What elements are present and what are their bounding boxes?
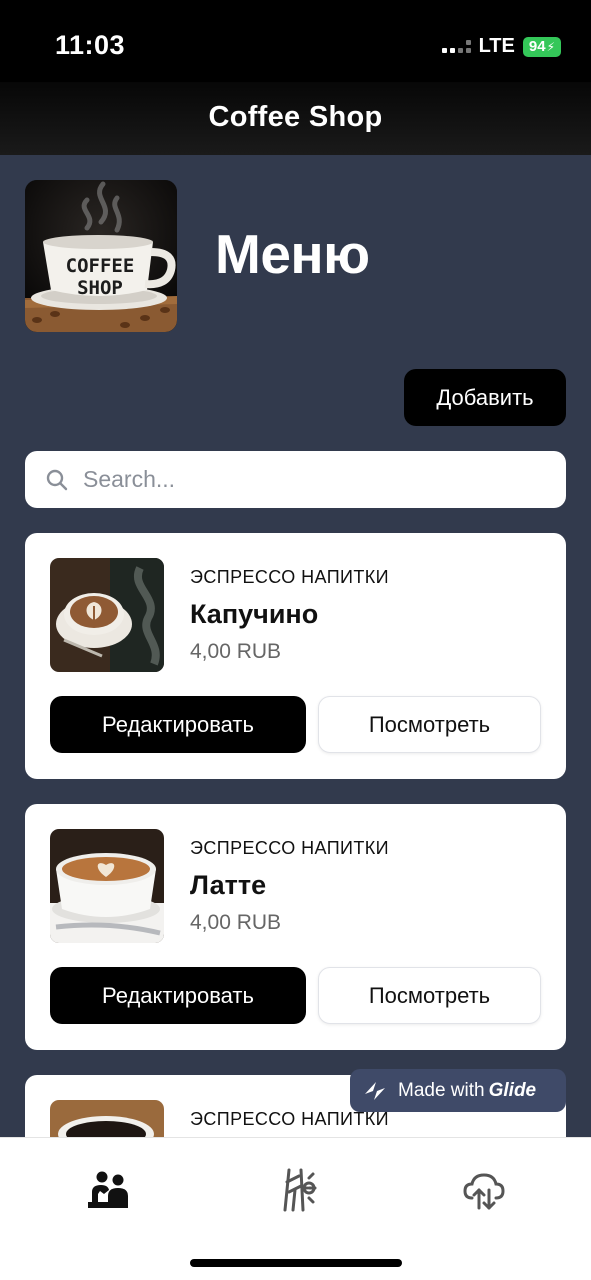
- item-image: [50, 829, 164, 943]
- item-category: ЭСПРЕССО НАПИТКИ: [190, 1109, 389, 1129]
- menu-item-card: ЭСПРЕССО НАПИТКИ Капучино 4,00 RUB Редак…: [25, 533, 566, 779]
- app-title: Coffee Shop: [208, 101, 383, 133]
- battery-level: 94: [528, 38, 546, 55]
- view-button[interactable]: Посмотреть: [318, 967, 541, 1024]
- item-price: 4,00 RUB: [190, 640, 282, 663]
- app-header: Coffee Shop: [0, 82, 591, 155]
- item-price: 4,00 RUB: [190, 911, 282, 934]
- network-type: LTE: [478, 35, 515, 57]
- badge-brand: Glide: [488, 1079, 537, 1101]
- page-title: Меню: [215, 223, 370, 285]
- status-indicators: LTE 94 ⚡: [441, 35, 561, 58]
- item-category: ЭСПРЕССО НАПИТКИ: [190, 838, 389, 858]
- tab-roads[interactable]: [275, 1168, 319, 1212]
- signal-icon: [441, 40, 471, 53]
- add-button[interactable]: Добавить: [404, 369, 566, 426]
- cappuccino-image: [50, 558, 164, 672]
- search-icon: [46, 469, 68, 490]
- item-category: ЭСПРЕССО НАПИТКИ: [190, 567, 389, 587]
- view-button[interactable]: Посмотреть: [318, 696, 541, 753]
- status-bar: 11:03 LTE 94 ⚡: [0, 0, 591, 82]
- badge-prefix: Made with: [398, 1079, 485, 1101]
- status-time: 11:03: [55, 30, 126, 60]
- item-name: Латте: [190, 870, 267, 900]
- battery-indicator: 94 ⚡: [522, 36, 561, 57]
- tab-people[interactable]: [86, 1168, 130, 1212]
- glide-logo-icon: [365, 1081, 385, 1100]
- svg-text:COFFEE: COFFEE: [66, 255, 135, 277]
- coffee-shop-logo: COFFEE SHOP: [25, 180, 177, 332]
- item-image: [50, 558, 164, 672]
- menu-item-card: ЭСПРЕССО НАПИТКИ Латте 4,00 RUB Редактир…: [25, 804, 566, 1050]
- svg-text:SHOP: SHOP: [77, 277, 123, 299]
- hero-image: COFFEE SHOP: [25, 180, 177, 332]
- search-bar[interactable]: [25, 451, 566, 508]
- tab-cloud-sync[interactable]: [462, 1168, 506, 1212]
- item-name: Капучино: [190, 599, 319, 629]
- search-input[interactable]: [83, 466, 523, 493]
- people-icon: [88, 1171, 128, 1208]
- made-with-glide-badge[interactable]: Made with Glide: [350, 1069, 566, 1112]
- home-indicator: [190, 1259, 402, 1267]
- charging-icon: ⚡: [546, 39, 555, 54]
- edit-button[interactable]: Редактировать: [50, 696, 306, 753]
- roads-icon: [283, 1168, 317, 1212]
- latte-image: [50, 829, 164, 943]
- edit-button[interactable]: Редактировать: [50, 967, 306, 1024]
- cloud-sync-icon: [463, 1173, 505, 1210]
